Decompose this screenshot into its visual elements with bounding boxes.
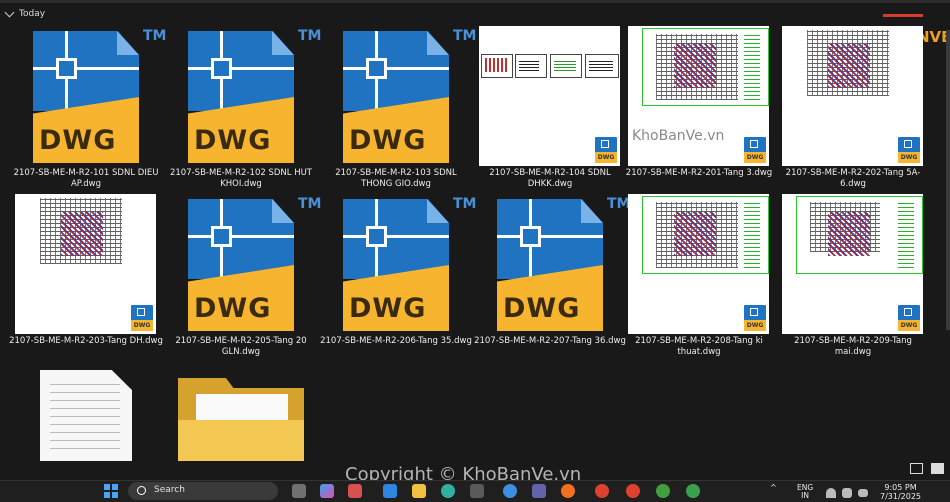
dwg-file-icon: DWG TM	[325, 194, 476, 334]
file-name: 2107-SB-ME-M-R2-103 SDNL THONG GIO.dwg	[335, 168, 457, 189]
dwg-file-icon: DWG TM	[15, 26, 166, 166]
wifi-icon[interactable]	[826, 488, 836, 498]
file-name: 2107-SB-ME-M-R2-206-Tang 35.dwg	[320, 336, 472, 346]
file-name: 2107-SB-ME-M-R2-207-Tang 36.dwg	[474, 336, 626, 346]
top-divider	[0, 0, 950, 3]
firefox-icon[interactable]	[561, 484, 575, 498]
watermark-site: KhoBanVe.vn	[632, 128, 725, 144]
group-label: Today	[19, 9, 46, 19]
dwg-file-icon: DWG TM	[170, 194, 321, 334]
file-name: 2107-SB-ME-M-R2-205-Tang 20 GLN.dwg	[175, 336, 307, 357]
file-name: 2107-SB-ME-M-R2-104 SDNL DHKK.dwg	[489, 168, 611, 189]
clock-time: 9:05 PM	[884, 483, 917, 492]
file-name: 2107-SB-ME-M-R2-208-Tang ki thuat.dwg	[635, 336, 763, 357]
store-icon[interactable]	[383, 484, 397, 498]
windows-start-icon[interactable]	[104, 484, 118, 498]
clock[interactable]: 9:05 PM 7/31/2025	[880, 483, 921, 501]
group-header-today[interactable]: Today	[4, 7, 46, 19]
drawing-thumbnail	[15, 194, 156, 334]
large-icons-view-icon[interactable]	[931, 463, 944, 474]
edge-icon[interactable]	[441, 484, 455, 498]
file-name: 2107-SB-ME-M-R2-102 SDNL HUT KHOI.dwg	[169, 168, 312, 189]
file-name: 2107-SB-ME-M-R2-201-Tang 3.dwg	[625, 168, 773, 178]
chrome-profile-2-icon[interactable]	[656, 484, 670, 498]
drawing-thumbnail	[628, 194, 769, 334]
app-icon[interactable]	[470, 484, 484, 498]
battery-icon[interactable]	[858, 489, 868, 497]
chrome-profile-icon[interactable]	[626, 484, 640, 498]
browser-icon[interactable]	[503, 484, 517, 498]
drawing-thumbnail	[782, 194, 923, 334]
drawing-thumbnail	[628, 26, 769, 166]
language-indicator[interactable]: ENG IN	[797, 484, 813, 500]
dwg-file-icon: DWG TM	[325, 26, 476, 166]
tray-chevron-icon[interactable]: ^	[770, 483, 777, 492]
task-view-icon[interactable]	[292, 484, 306, 498]
drawing-thumbnail	[479, 26, 620, 166]
volume-icon[interactable]	[842, 488, 852, 498]
chevron-down-icon	[4, 7, 15, 18]
folder-icon[interactable]	[178, 378, 304, 461]
text-document-icon[interactable]	[40, 370, 132, 461]
file-name: 2107-SB-ME-M-R2-101 SDNL DIEU AP.dwg	[13, 168, 159, 189]
scrollbar[interactable]	[946, 30, 950, 330]
snipping-tool-icon[interactable]	[348, 484, 362, 498]
file-explorer-icon[interactable]	[412, 484, 426, 498]
dwg-file-icon: DWG TM	[479, 194, 630, 334]
dwg-file-icon: DWG TM	[170, 26, 321, 166]
teams-icon[interactable]	[532, 484, 546, 498]
details-view-icon[interactable]	[910, 463, 923, 474]
file-name: 2107-SB-ME-M-R2-209-Tang mai.dwg	[794, 336, 912, 357]
chrome-profile-3-icon[interactable]	[686, 484, 700, 498]
clock-date: 7/31/2025	[880, 492, 922, 501]
copilot-icon[interactable]	[320, 484, 334, 498]
chrome-icon[interactable]	[595, 484, 609, 498]
taskbar-search[interactable]: Search	[128, 482, 278, 500]
file-name: 2107-SB-ME-M-R2-202-Tang 5A-6.dwg	[785, 168, 921, 189]
file-name: 2107-SB-ME-M-R2-203-Tang DH.dwg	[9, 336, 163, 346]
view-toggle	[910, 463, 944, 474]
search-icon	[137, 486, 146, 495]
drawing-thumbnail	[782, 26, 923, 166]
search-placeholder: Search	[154, 485, 185, 495]
